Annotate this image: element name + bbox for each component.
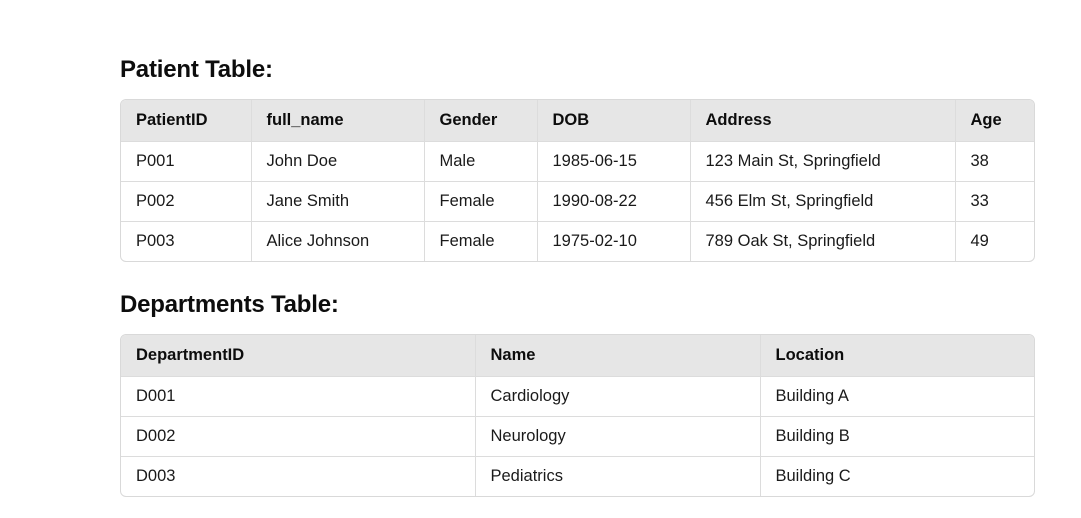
patient-cell-age: 33 <box>955 181 1034 222</box>
departments-cell-name: Neurology <box>475 416 761 457</box>
table-row: P001 John Doe Male 1985-06-15 123 Main S… <box>121 141 1034 182</box>
patient-cell-patientid: P002 <box>121 181 252 222</box>
departments-cell-departmentid: D002 <box>121 416 476 457</box>
patient-cell-address: 789 Oak St, Springfield <box>690 221 956 261</box>
departments-cell-location: Building C <box>775 466 851 485</box>
patient-cell-gender: Male <box>424 141 538 182</box>
patient-cell-dob: 1975-02-10 <box>537 221 691 261</box>
table-row: P003 Alice Johnson Female 1975-02-10 789… <box>121 221 1034 261</box>
patient-cell-dob: 1990-08-22 <box>537 181 691 222</box>
patient-cell-gender: Female <box>424 221 538 261</box>
departments-header-departmentid: DepartmentID <box>121 335 476 377</box>
patient-header-dob: DOB <box>537 100 691 142</box>
patient-cell-full-name: John Doe <box>251 141 425 182</box>
departments-header-location: Location <box>760 335 1034 377</box>
patient-cell-full-name: Jane Smith <box>251 181 425 222</box>
patient-cell-age: 49 <box>970 231 989 250</box>
patient-cell-dob: 1985-06-15 <box>537 141 691 182</box>
patient-header-gender: Gender <box>424 100 538 142</box>
departments-cell-departmentid: D003 <box>121 456 476 496</box>
departments-cell-name: Pediatrics <box>475 456 761 496</box>
patient-header-row: PatientID full_name Gender DOB Address A… <box>121 100 1034 142</box>
departments-cell-location: Building A <box>760 376 1034 417</box>
table-row: D003 Pediatrics Building C <box>121 456 1034 496</box>
patient-cell-address: 123 Main St, Springfield <box>690 141 956 182</box>
departments-cell-departmentid: D001 <box>121 376 476 417</box>
patient-header-address: Address <box>690 100 956 142</box>
patient-cell-full-name: Alice Johnson <box>251 221 425 261</box>
patient-table-container: PatientID full_name Gender DOB Address A… <box>120 99 1035 262</box>
patient-cell-gender: Female <box>424 181 538 222</box>
patient-table-title: Patient Table: <box>120 56 273 83</box>
departments-header-name: Name <box>475 335 761 377</box>
patient-header-age: Age <box>955 100 1034 142</box>
departments-cell-location: Building B <box>760 416 1034 457</box>
departments-cell-name: Cardiology <box>475 376 761 417</box>
patient-cell-patientid: P003 <box>121 221 252 261</box>
table-row: P002 Jane Smith Female 1990-08-22 456 El… <box>121 181 1034 222</box>
departments-table: DepartmentID Name Location D001 Cardiolo… <box>121 335 1034 496</box>
patient-table: PatientID full_name Gender DOB Address A… <box>121 100 1034 261</box>
table-row: D002 Neurology Building B <box>121 416 1034 457</box>
departments-header-row: DepartmentID Name Location <box>121 335 1034 377</box>
patient-header-full-name: full_name <box>251 100 425 142</box>
departments-table-title: Departments Table: <box>120 291 339 318</box>
patient-header-patientid: PatientID <box>121 100 252 142</box>
patient-cell-age: 38 <box>955 141 1034 182</box>
table-row: D001 Cardiology Building A <box>121 376 1034 417</box>
patient-cell-patientid: P001 <box>121 141 252 182</box>
patient-cell-address: 456 Elm St, Springfield <box>690 181 956 222</box>
departments-table-container: DepartmentID Name Location D001 Cardiolo… <box>120 334 1035 497</box>
